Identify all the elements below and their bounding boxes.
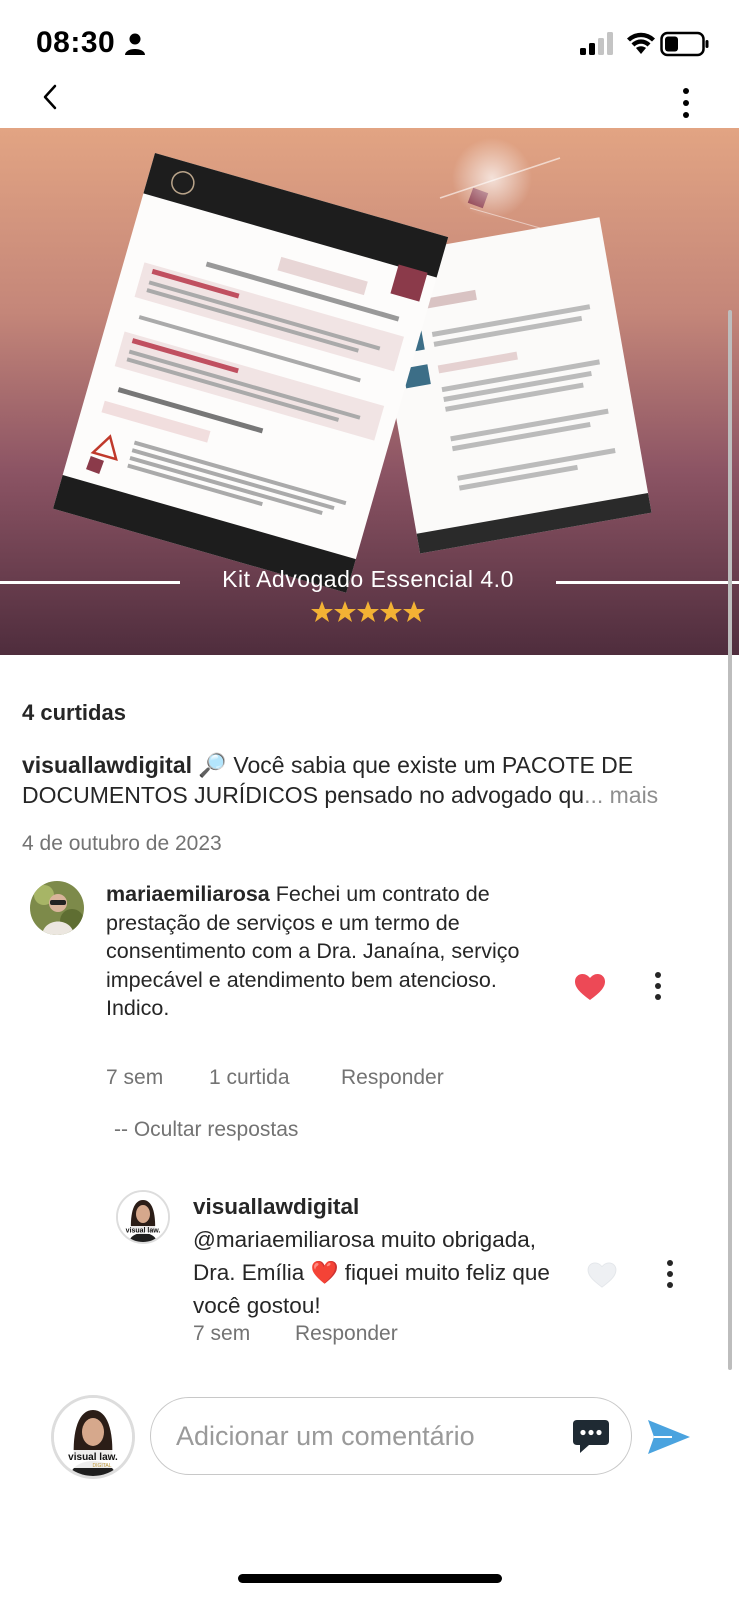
caption-author[interactable]: visuallawdigital bbox=[22, 752, 192, 778]
svg-text:visual law.: visual law. bbox=[126, 1228, 161, 1235]
comment-body: mariaemiliarosa Fechei um contrato de pr… bbox=[106, 880, 556, 1023]
hide-replies-button[interactable]: -- Ocultar respostas bbox=[114, 1118, 298, 1142]
reply-text: @mariaemiliarosa muito obrigada, Dra. Em… bbox=[193, 1227, 550, 1318]
battery-icon bbox=[660, 31, 709, 57]
avatar-logo-subtext: DIGITAL bbox=[92, 1463, 111, 1469]
heart-outline-icon[interactable] bbox=[587, 1262, 617, 1288]
commenter-avatar[interactable] bbox=[30, 881, 84, 935]
comment-likes[interactable]: 1 curtida bbox=[209, 1066, 290, 1090]
current-user-avatar[interactable]: visual law. DIGITAL bbox=[51, 1395, 135, 1479]
wifi-icon bbox=[627, 32, 655, 54]
home-indicator[interactable] bbox=[238, 1574, 502, 1583]
comment-options-icon[interactable] bbox=[652, 971, 664, 1001]
signal-icon bbox=[580, 32, 613, 55]
reply-button[interactable]: Responder bbox=[341, 1066, 444, 1090]
likes-count[interactable]: 4 curtidas bbox=[22, 700, 126, 726]
status-bar: 08:30 bbox=[0, 0, 739, 80]
reply-avatar[interactable]: visual law. bbox=[116, 1190, 170, 1244]
liked-heart-icon[interactable] bbox=[574, 973, 606, 1001]
comment-time: 7 sem bbox=[106, 1066, 164, 1089]
send-icon[interactable] bbox=[646, 1417, 692, 1457]
status-time: 08:30 bbox=[36, 26, 116, 59]
comment-input-container[interactable] bbox=[150, 1397, 632, 1475]
person-icon bbox=[125, 33, 145, 55]
post-date: 4 de outubro de 2023 bbox=[22, 832, 222, 855]
back-button[interactable] bbox=[36, 78, 66, 118]
more-options-button[interactable] bbox=[676, 86, 696, 122]
caption-emoji: 🔎 bbox=[198, 752, 228, 778]
hero-title: Kit Advogado Essencial 4.0 bbox=[222, 566, 514, 592]
caption-more-link[interactable]: ... mais bbox=[584, 782, 658, 808]
reply-reply-button[interactable]: Responder bbox=[295, 1322, 398, 1346]
comment-input[interactable] bbox=[176, 1414, 546, 1458]
hero-divider-left bbox=[0, 581, 180, 584]
avatar-logo-text: visual law. bbox=[68, 1452, 118, 1463]
post-caption[interactable]: visuallawdigital 🔎 Você sabia que existe… bbox=[22, 750, 722, 810]
reply-username[interactable]: visuallawdigital bbox=[193, 1194, 359, 1219]
hero-divider-right bbox=[556, 581, 739, 584]
comment-text-line2: Indico. bbox=[106, 996, 170, 1020]
reply-options-icon[interactable] bbox=[664, 1259, 676, 1289]
rating-stars-icon bbox=[311, 601, 425, 622]
chat-bubble-icon[interactable] bbox=[571, 1416, 611, 1456]
scrollbar[interactable] bbox=[728, 310, 732, 1370]
comment-username[interactable]: mariaemiliarosa bbox=[106, 882, 270, 906]
reply-body: visuallawdigital @mariaemiliarosa muito … bbox=[193, 1190, 553, 1322]
reply-time: 7 sem bbox=[193, 1322, 251, 1345]
